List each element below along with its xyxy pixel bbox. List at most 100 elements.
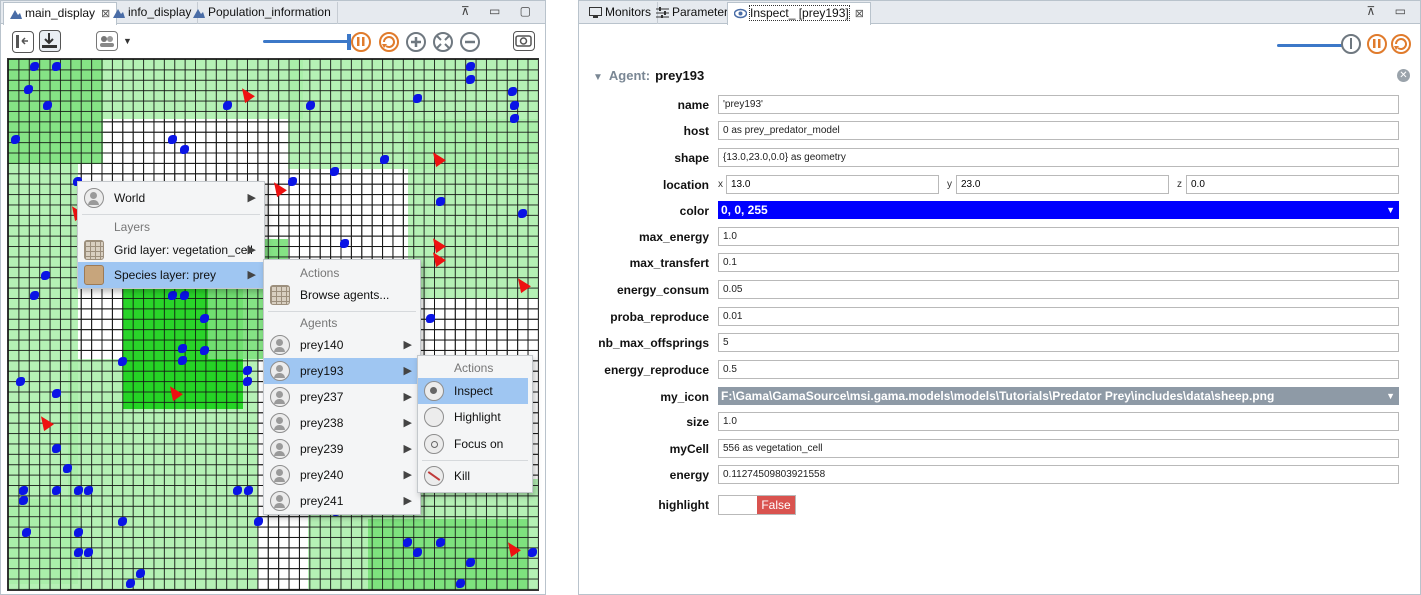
prey-agent[interactable]	[84, 548, 93, 557]
prey-agent[interactable]	[118, 517, 127, 526]
menu-item-grid-layer[interactable]: Grid layer: vegetation_cell ▶	[78, 237, 264, 263]
prey-agent[interactable]	[518, 209, 527, 218]
prey-agent[interactable]	[11, 135, 20, 144]
prey-agent[interactable]	[136, 569, 145, 578]
menu-item-kill[interactable]: Kill	[418, 463, 532, 489]
location-z-field[interactable]: 0.0	[1186, 175, 1399, 194]
prey-agent[interactable]	[426, 314, 435, 323]
color-select[interactable]: 0, 0, 255 ▼	[718, 201, 1399, 219]
energy-field[interactable]: 0.11274509803921558	[718, 465, 1399, 484]
shape-field[interactable]: {13.0,23.0,0.0} as geometry	[718, 148, 1399, 167]
agent-item[interactable]: prey241 ▶	[264, 488, 420, 514]
size-field[interactable]: 1.0	[718, 412, 1399, 431]
prey-agent[interactable]	[22, 528, 31, 537]
name-field[interactable]: 'prey193'	[718, 95, 1399, 114]
menu-item-highlight[interactable]: Highlight	[418, 404, 532, 430]
collapse-triangle-icon[interactable]: ▼	[593, 72, 603, 83]
prey-agent[interactable]	[466, 558, 475, 567]
prey-agent[interactable]	[180, 145, 189, 154]
prey-agent[interactable]	[200, 346, 209, 355]
prey-agent[interactable]	[168, 135, 177, 144]
prey-agent[interactable]	[340, 239, 349, 248]
menu-item-focus-on[interactable]: Focus on	[418, 431, 532, 457]
highlight-toggle[interactable]: False	[718, 495, 796, 515]
prey-agent[interactable]	[288, 177, 297, 186]
prey-agent[interactable]	[24, 85, 33, 94]
prey-agent[interactable]	[233, 486, 242, 495]
agent-item[interactable]: prey238 ▶	[264, 410, 420, 436]
prey-agent[interactable]	[52, 62, 61, 71]
agent-item[interactable]: prey239 ▶	[264, 436, 420, 462]
prey-agent[interactable]	[16, 377, 25, 386]
prey-agent[interactable]	[74, 548, 83, 557]
camera-button[interactable]	[513, 31, 535, 51]
prey-agent[interactable]	[466, 62, 475, 71]
nb-max-offsprings-field[interactable]: 5	[718, 333, 1399, 352]
inspector-pause-toggle[interactable]	[1341, 34, 1361, 54]
zoom-slider[interactable]	[263, 40, 351, 43]
max-energy-field[interactable]: 1.0	[718, 227, 1399, 246]
layers-menu-button[interactable]	[96, 31, 118, 51]
prey-agent[interactable]	[19, 486, 28, 495]
prey-agent[interactable]	[466, 75, 475, 84]
menu-item-browse-agents[interactable]: Browse agents...	[264, 282, 420, 308]
prey-agent[interactable]	[52, 389, 61, 398]
window-controls[interactable]: ⊼ ▭ ▢	[461, 4, 539, 18]
prey-agent[interactable]	[413, 548, 422, 557]
menu-item-world[interactable]: World ▶	[78, 185, 264, 211]
prey-agent[interactable]	[126, 579, 135, 588]
inspector-pause-button[interactable]	[1367, 34, 1387, 54]
agent-item[interactable]: prey140 ▶	[264, 332, 420, 358]
window-controls[interactable]: ⊼ ▭	[1367, 4, 1414, 18]
agent-item[interactable]: prey237 ▶	[264, 384, 420, 410]
prey-agent[interactable]	[380, 155, 389, 164]
zoom-in-button[interactable]	[406, 32, 426, 52]
prey-agent[interactable]	[254, 517, 263, 526]
prey-agent[interactable]	[456, 579, 465, 588]
prey-agent[interactable]	[74, 528, 83, 537]
prey-agent[interactable]	[244, 486, 253, 495]
energy-reproduce-field[interactable]: 0.5	[718, 360, 1399, 379]
prey-agent[interactable]	[180, 291, 189, 300]
tab-main-display[interactable]: main_display ⊠	[3, 2, 118, 25]
tab-monitors[interactable]: Monitors	[583, 2, 659, 24]
inspector-slider[interactable]	[1277, 44, 1345, 47]
prey-agent[interactable]	[43, 101, 52, 110]
prey-agent[interactable]	[200, 314, 209, 323]
tab-population-information[interactable]: Population_information	[187, 2, 338, 24]
prey-agent[interactable]	[223, 101, 232, 110]
agent-section-header[interactable]: ▼ Agent: prey193	[593, 68, 704, 86]
prey-agent[interactable]	[168, 291, 177, 300]
host-field[interactable]: 0 as prey_predator_model	[718, 121, 1399, 140]
tab-inspect-prey193[interactable]: Inspect_ [prey193] ⊠	[727, 2, 871, 25]
prey-agent[interactable]	[510, 114, 519, 123]
prey-agent[interactable]	[510, 101, 519, 110]
prey-agent[interactable]	[413, 94, 422, 103]
menu-item-inspect[interactable]: Inspect	[418, 378, 528, 404]
prey-agent[interactable]	[41, 271, 50, 280]
location-x-field[interactable]: 13.0	[726, 175, 939, 194]
prey-agent[interactable]	[74, 486, 83, 495]
inspector-sync-button[interactable]	[1391, 34, 1411, 54]
prey-agent[interactable]	[30, 291, 39, 300]
toggle-sidebar-button[interactable]	[12, 31, 34, 53]
close-tab-icon[interactable]: ⊠	[855, 4, 864, 25]
prey-agent[interactable]	[84, 486, 93, 495]
location-y-field[interactable]: 23.0	[956, 175, 1169, 194]
prey-agent[interactable]	[306, 101, 315, 110]
prey-agent[interactable]	[178, 356, 187, 365]
prey-agent[interactable]	[436, 197, 445, 206]
my-icon-select[interactable]: F:\Gama\GamaSource\msi.gama.models\model…	[718, 387, 1399, 405]
zoom-fit-button[interactable]	[433, 32, 453, 52]
zoom-out-button[interactable]	[460, 32, 480, 52]
pause-button[interactable]	[351, 32, 371, 52]
agent-item[interactable]: prey193 ▶	[264, 358, 420, 384]
snapshot-export-button[interactable]	[39, 30, 61, 52]
proba-reproduce-field[interactable]: 0.01	[718, 307, 1399, 326]
prey-agent[interactable]	[178, 344, 187, 353]
prey-agent[interactable]	[528, 548, 537, 557]
chevron-down-icon[interactable]: ▼	[123, 36, 132, 46]
prey-agent[interactable]	[19, 496, 28, 505]
prey-agent[interactable]	[508, 87, 517, 96]
max-transfert-field[interactable]: 0.1	[718, 253, 1399, 272]
